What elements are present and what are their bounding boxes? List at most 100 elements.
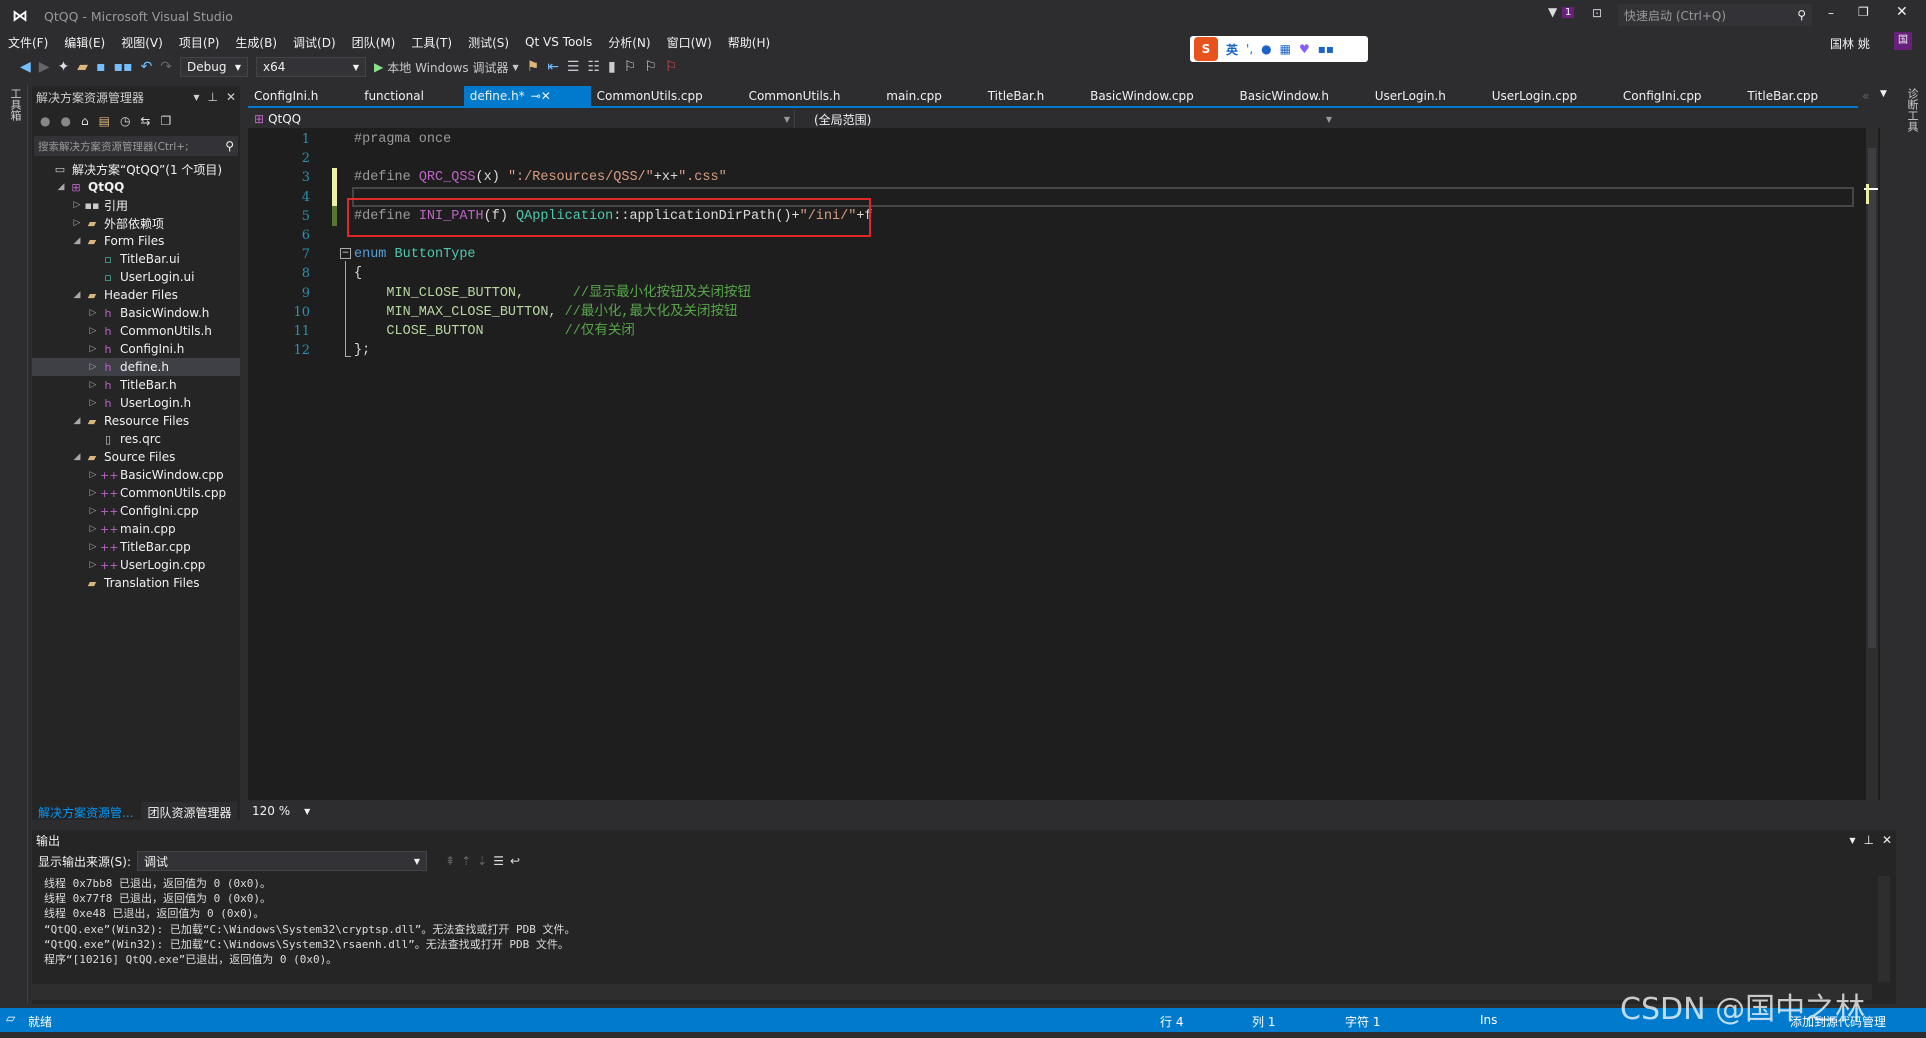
find-in-files-icon[interactable]: ⚑ (527, 59, 540, 75)
toolbox-strip[interactable]: 工具箱 (0, 84, 28, 1004)
expanded-icon[interactable]: ◢ (54, 182, 68, 192)
feedback-icon[interactable]: ⊡ (1592, 6, 1602, 20)
goto-next-icon[interactable]: ⇣ (477, 854, 487, 868)
tab-overflow-icon[interactable]: « (1862, 89, 1869, 103)
user-name[interactable]: 国林 姚 (1830, 35, 1870, 52)
tab-basicwindow-cpp[interactable]: BasicWindow.cpp (1084, 86, 1233, 106)
pin-icon[interactable]: ⊸ (531, 89, 541, 103)
code-line[interactable]: MIN_CLOSE_BUTTON, //显示最小化按钮及关闭按钮 (354, 284, 1854, 303)
menu-item[interactable]: 帮助(H) (720, 34, 778, 51)
tree-item[interactable]: ▷ ++ UserLogin.cpp (32, 556, 240, 574)
quick-launch-input[interactable]: 快速启动 (Ctrl+Q) ⚲ (1618, 4, 1812, 26)
collapsed-icon[interactable]: ▷ (86, 488, 100, 498)
vertical-scrollbar[interactable] (1866, 128, 1878, 800)
pin-icon[interactable]: ⊥ (207, 90, 217, 104)
tree-item[interactable]: ▷ h BasicWindow.h (32, 304, 240, 322)
diagnostics-tab[interactable]: 诊断工具 (1904, 88, 1920, 132)
uncomment-icon[interactable]: ☷ (587, 59, 600, 75)
tree-item[interactable]: ▰ Translation Files (32, 574, 240, 592)
toolbox-grid-icon[interactable]: ▪▪ (1318, 42, 1334, 56)
tab-list-icon[interactable]: ▼ (1880, 89, 1887, 99)
goto-prev-icon[interactable]: ⇡ (461, 854, 471, 868)
menu-item[interactable]: Qt VS Tools (517, 35, 600, 49)
collapsed-icon[interactable]: ▷ (70, 200, 84, 210)
menu-item[interactable]: 测试(S) (460, 34, 517, 51)
collapsed-icon[interactable]: ▷ (86, 344, 100, 354)
close-window-button[interactable]: ✕ (1896, 4, 1908, 20)
menu-item[interactable]: 视图(V) (113, 34, 171, 51)
ime-toolbar[interactable]: S 英 ', ● ▦ ♥ ▪▪ (1190, 36, 1368, 62)
notification-filter-icon[interactable]: ▼ (1548, 5, 1557, 19)
tree-item[interactable]: ▷ h UserLogin.h (32, 394, 240, 412)
menu-item[interactable]: 窗口(W) (659, 34, 720, 51)
microphone-icon[interactable]: ● (1261, 42, 1271, 56)
tree-item[interactable]: ▷ h TitleBar.h (32, 376, 240, 394)
tree-item[interactable]: ◢ ▰ Resource Files (32, 412, 240, 430)
configuration-select[interactable]: Debug ▼ (180, 57, 249, 77)
pin-icon[interactable]: ⊥ (1863, 833, 1873, 847)
redo-icon[interactable]: ↷ (160, 59, 172, 75)
tree-item[interactable]: ▷ h ConfigIni.h (32, 340, 240, 358)
tab-userlogin-cpp[interactable]: UserLogin.cpp (1486, 86, 1617, 106)
collapsed-icon[interactable]: ▷ (86, 362, 100, 372)
word-wrap-icon[interactable]: ↩ (510, 854, 520, 868)
comment-icon[interactable]: ☰ (567, 59, 580, 75)
collapsed-icon[interactable]: ▷ (86, 398, 100, 408)
tree-item[interactable]: ▷ h define.h (32, 358, 240, 376)
expanded-icon[interactable]: ◢ (70, 452, 84, 462)
undo-icon[interactable]: ↶ (141, 59, 153, 75)
tab-main-cpp[interactable]: main.cpp (880, 86, 981, 106)
tree-item[interactable]: ◢ ⊞ QtQQ (32, 178, 240, 196)
code-line[interactable]: CLOSE_BUTTON //仅有关闭 (354, 322, 1854, 341)
collapsed-icon[interactable]: ▷ (86, 542, 100, 552)
collapsed-icon[interactable]: ▷ (86, 506, 100, 516)
save-all-icon[interactable]: ▪▪ (114, 59, 133, 75)
tree-item[interactable]: ▷ ++ main.cpp (32, 520, 240, 538)
save-icon[interactable]: ▪ (96, 59, 106, 75)
tree-item[interactable]: ▫ UserLogin.ui (32, 268, 240, 286)
scope-select[interactable]: (全局范围) ▼ (808, 110, 1338, 128)
code-line[interactable]: #define QRC_QSS(x) ":/Resources/QSS/"+x+… (354, 168, 1854, 187)
tree-item[interactable]: ▯ res.qrc (32, 430, 240, 448)
tab-define-h-[interactable]: define.h* ⊸ ✕ (463, 86, 591, 106)
menu-item[interactable]: 调试(D) (285, 34, 344, 51)
pending-changes-icon[interactable]: ◷ (120, 114, 130, 128)
tree-item[interactable]: ◢ ▰ Source Files (32, 448, 240, 466)
output-vertical-scrollbar[interactable] (1878, 876, 1890, 982)
diagnostics-strip[interactable]: 诊断工具 (1896, 84, 1926, 1004)
menu-item[interactable]: 生成(B) (227, 34, 285, 51)
collapsed-icon[interactable]: ▷ (86, 524, 100, 534)
forward-icon[interactable]: ▶ (39, 59, 50, 75)
output-text[interactable]: 线程 0x7bb8 已退出，返回值为 0 (0x0)。 线程 0x77f8 已退出… (32, 876, 1862, 967)
forward-icon[interactable]: ● (60, 114, 70, 128)
expanded-icon[interactable]: ◢ (70, 290, 84, 300)
tab-basicwindow-h[interactable]: BasicWindow.h (1234, 86, 1369, 106)
platform-select[interactable]: x64 ▼ (256, 57, 367, 77)
menu-item[interactable]: 分析(N) (600, 34, 658, 51)
collapsed-icon[interactable]: ▷ (86, 326, 100, 336)
collapsed-icon[interactable]: ▷ (70, 218, 84, 228)
close-tab-icon[interactable]: ✕ (541, 89, 551, 103)
ime-mode[interactable]: 英 (1226, 41, 1238, 58)
user-avatar[interactable]: 国 (1894, 32, 1912, 50)
new-project-icon[interactable]: ✦ (58, 59, 70, 75)
tab-solution-explorer[interactable]: 解决方案资源管... (32, 804, 139, 821)
tree-item[interactable]: ▫ TitleBar.ui (32, 250, 240, 268)
home-icon[interactable]: ⌂ (81, 114, 89, 128)
code-line[interactable]: MIN_MAX_CLOSE_BUTTON, //最小化,最大化及关闭按钮 (354, 303, 1854, 322)
restore-button[interactable]: ❐ (1858, 5, 1869, 19)
bookmark-icon[interactable]: ▮ (608, 59, 616, 75)
prev-bookmark-icon[interactable]: ⚐ (624, 59, 637, 75)
tree-item[interactable]: ▷ ++ ConfigIni.cpp (32, 502, 240, 520)
tab-commonutils-h[interactable]: CommonUtils.h (743, 86, 881, 106)
tree-item[interactable]: ▷ ++ CommonUtils.cpp (32, 484, 240, 502)
collapse-region-icon[interactable]: − (340, 248, 351, 259)
tree-item[interactable]: ▷ ++ BasicWindow.cpp (32, 466, 240, 484)
tree-item[interactable]: ▷ ▪▪ 引用 (32, 196, 240, 214)
tab-configini-h[interactable]: ConfigIni.h (248, 86, 358, 106)
zoom-select[interactable]: 120 % ▼ (248, 802, 315, 820)
tab-titlebar-h[interactable]: TitleBar.h (982, 86, 1084, 106)
code-line[interactable] (354, 149, 1854, 168)
collapsed-icon[interactable]: ▷ (86, 560, 100, 570)
code-line[interactable]: }; (354, 341, 1854, 360)
